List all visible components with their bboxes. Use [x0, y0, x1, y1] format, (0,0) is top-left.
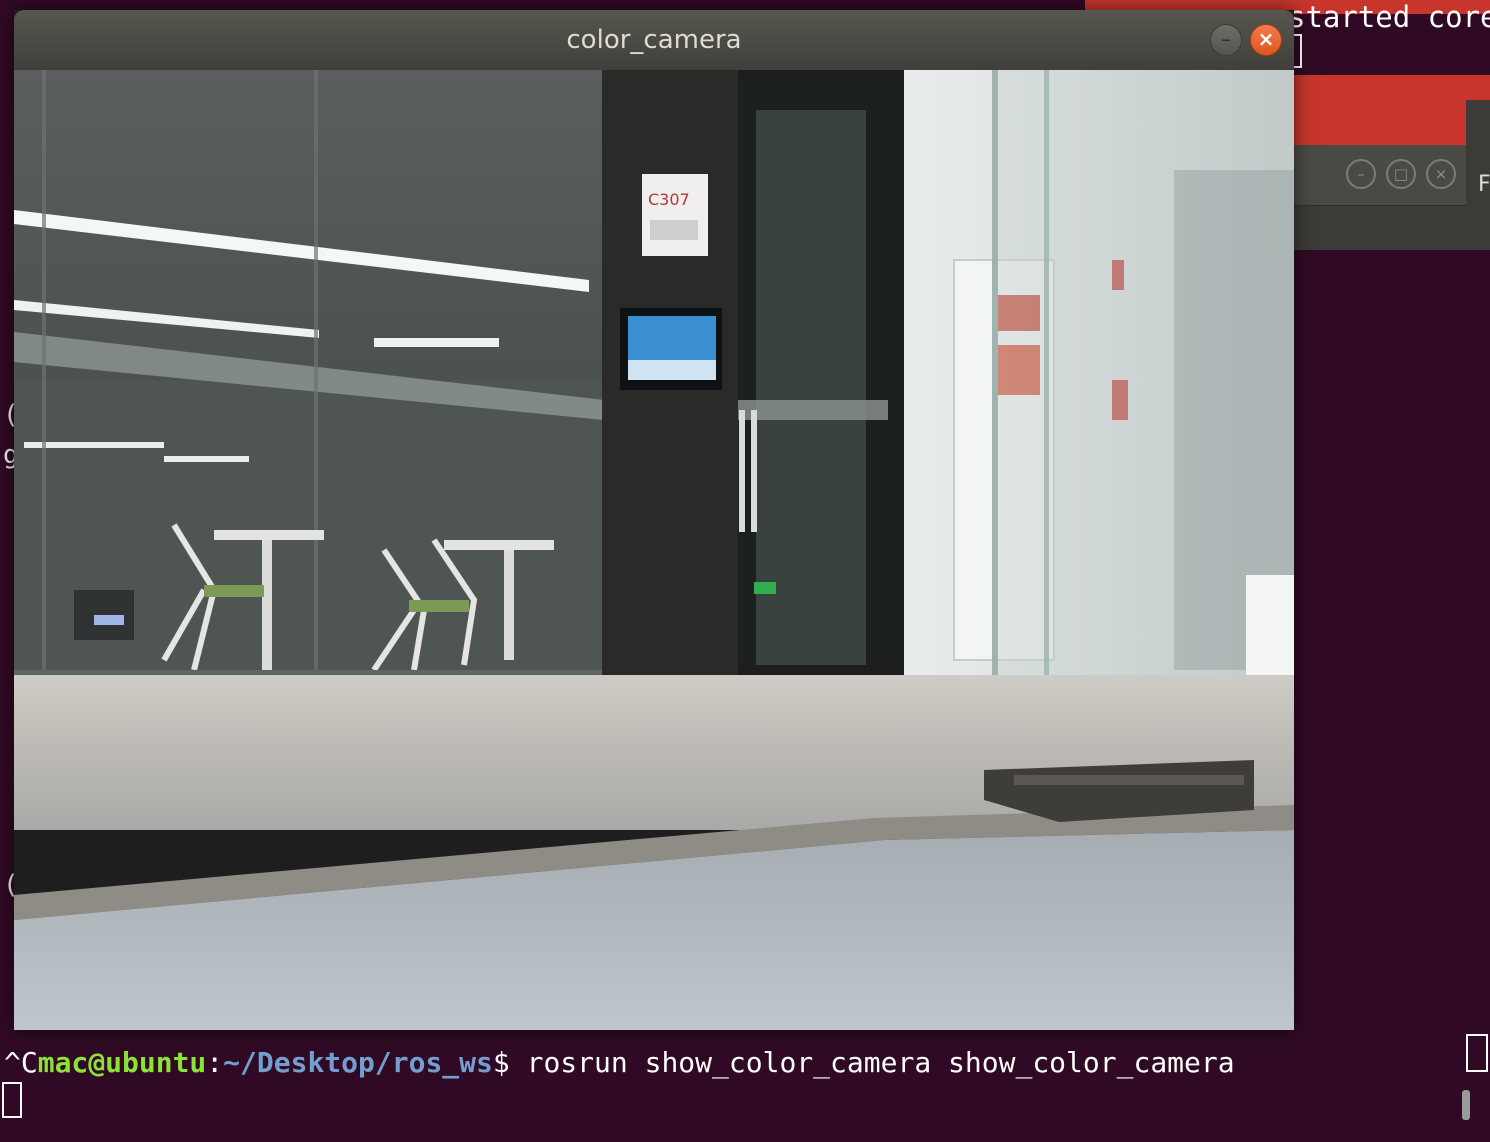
minimize-button[interactable]: – [1210, 24, 1242, 56]
interrupt-marker: ^C [4, 1046, 38, 1079]
background-dialog-titlebar[interactable]: – □ × [1290, 145, 1467, 206]
prompt-path: ~/Desktop/ros_ws [223, 1046, 493, 1079]
window-titlebar[interactable]: color_camera – × [14, 10, 1294, 70]
close-button[interactable]: × [1250, 24, 1282, 56]
background-maximize-button[interactable]: □ [1386, 159, 1416, 189]
camera-feed-image: C307 [14, 70, 1294, 1030]
terminal-command: rosrun show_color_camera show_color_came… [526, 1046, 1235, 1079]
terminal-scrollbar[interactable] [1462, 1090, 1470, 1120]
room-sign-text: C307 [648, 190, 690, 209]
terminal-cursor [2, 1082, 22, 1118]
color-camera-window[interactable]: color_camera – × C307 [14, 10, 1294, 1030]
background-panel: F [1466, 100, 1490, 250]
prompt-user-host: mac@ubuntu [37, 1046, 207, 1079]
prompt-separator: : [206, 1046, 224, 1079]
desktop: started core – □ × F ( g ( color_camera … [0, 0, 1490, 1142]
background-panel-char: F [1478, 172, 1490, 197]
background-dialog[interactable]: – □ × [1290, 145, 1467, 250]
background-minimize-button[interactable]: – [1346, 159, 1376, 189]
window-title: color_camera [566, 25, 742, 55]
camera-scene: C307 [14, 70, 1294, 1030]
background-close-button[interactable]: × [1426, 159, 1456, 189]
terminal-command-line[interactable]: ^Cmac@ubuntu:~/Desktop/ros_ws$ rosrun sh… [4, 1046, 1235, 1079]
background-terminal-text: started core [1288, 0, 1490, 34]
background-window-band [1290, 75, 1490, 145]
prompt-symbol: $ [492, 1046, 527, 1079]
terminal-cursor-right [1466, 1034, 1488, 1072]
